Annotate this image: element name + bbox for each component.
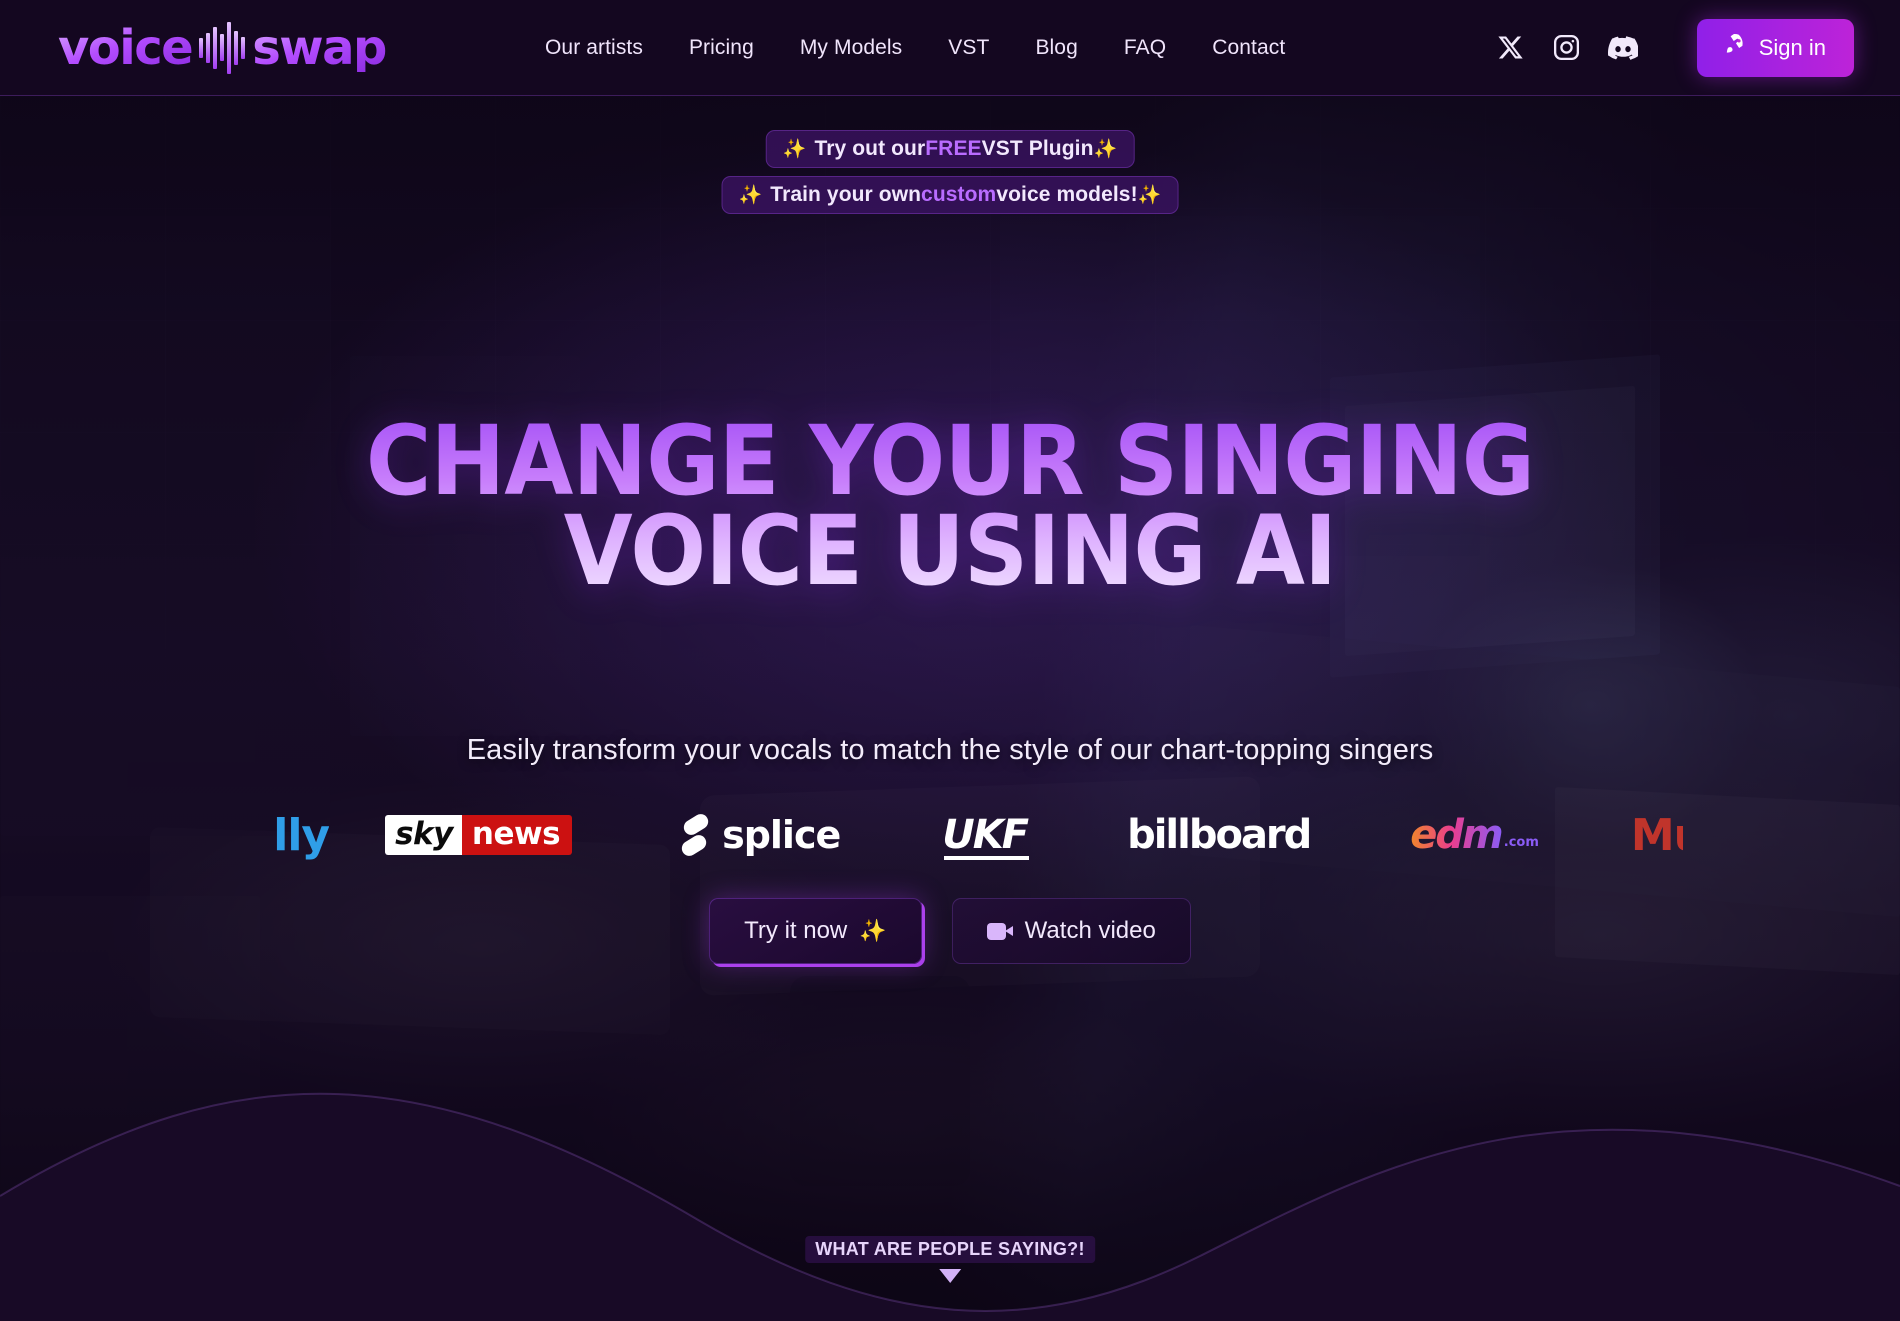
nav-item-blog[interactable]: Blog <box>1035 36 1077 60</box>
nav-item-vst[interactable]: VST <box>948 36 989 60</box>
edm-logo-text: edm <box>1410 812 1503 858</box>
banner-vst-plugin[interactable]: ✨ Try out our FREE VST Plugin ✨ <box>765 130 1135 168</box>
nav-item-contact[interactable]: Contact <box>1212 36 1285 60</box>
press-logo-ukf: UKF <box>892 804 1077 866</box>
waveform-icon <box>199 21 246 75</box>
nav-item-faq[interactable]: FAQ <box>1124 36 1166 60</box>
brand-logo-voice: voice <box>58 19 194 76</box>
rocket-icon <box>1725 33 1748 62</box>
banner-train-highlight: custom <box>921 183 997 206</box>
banner-train-pre: Train your own <box>770 183 922 206</box>
sparkle-icon: ✨ <box>1137 185 1162 206</box>
sparkle-icon: ✨ <box>859 918 887 943</box>
banner-vst-highlight: FREE <box>925 137 982 160</box>
x-twitter-icon[interactable] <box>1489 26 1533 70</box>
edm-logo-suffix: .com <box>1503 835 1539 850</box>
sign-in-button[interactable]: Sign in <box>1696 18 1854 77</box>
nav-item-my-models[interactable]: My Models <box>800 36 902 60</box>
sky-news-logo: sky news <box>385 815 573 855</box>
banner-vst-post: VST Plugin <box>981 137 1094 160</box>
hero-cta-group: Try it now ✨ Watch video <box>0 898 1900 964</box>
nav-right-cluster: Sign in <box>1489 18 1854 77</box>
press-logo-edm: edm .com <box>1360 804 1589 866</box>
press-logo-sky-news: sky news <box>329 804 628 866</box>
partial-lly-logo: lly <box>273 809 330 861</box>
splice-logo-text: splice <box>722 813 841 857</box>
nav-item-pricing[interactable]: Pricing <box>689 36 754 60</box>
watch-video-button[interactable]: Watch video <box>951 898 1191 964</box>
banner-vst-pre: Try out our <box>814 137 926 160</box>
what-are-people-saying-prompt[interactable]: WHAT ARE PEOPLE SAYING?! <box>805 1236 1095 1283</box>
voiceswap-landing-page: voice swap Our artists Pricing My Models… <box>0 0 1900 1321</box>
watch-video-label: Watch video <box>1024 917 1156 944</box>
instagram-icon[interactable] <box>1545 26 1589 70</box>
what-are-people-saying-label: WHAT ARE PEOPLE SAYING?! <box>805 1236 1095 1263</box>
press-logo-splice: splice <box>628 804 892 866</box>
ukf-logo: UKF <box>942 812 1029 860</box>
try-it-now-button[interactable]: Try it now ✨ <box>709 898 922 964</box>
discord-icon[interactable] <box>1601 26 1645 70</box>
try-it-now-label: Try it now <box>744 917 848 944</box>
sky-news-logo-sky: sky <box>385 815 462 855</box>
sparkle-icon: ✨ <box>738 185 763 206</box>
press-logo-strip: lly sky news splice UKF billboard edm .c… <box>0 804 1900 866</box>
sign-in-label: Sign in <box>1758 34 1826 60</box>
scroll-down-arrow-icon[interactable] <box>939 1269 961 1283</box>
brand-logo[interactable]: voice swap <box>58 19 387 76</box>
hero-subtitle: Easily transform your vocals to match th… <box>466 734 1434 766</box>
hero-section: ✨ Try out our FREE VST Plugin ✨ ✨ Train … <box>0 96 1900 1321</box>
splice-mark-icon <box>679 811 712 859</box>
banner-train-post: voice models! <box>996 183 1138 206</box>
press-logo-partial-left: lly <box>217 804 329 866</box>
partial-mu-logo: Mu <box>1630 809 1683 861</box>
sky-news-logo-news: news <box>461 815 573 855</box>
press-logo-billboard: billboard <box>1077 804 1360 866</box>
sparkle-icon: ✨ <box>782 139 807 160</box>
press-logo-partial-right: Mu <box>1589 804 1683 866</box>
video-camera-icon <box>986 922 1013 940</box>
top-navigation-bar: voice swap Our artists Pricing My Models… <box>0 0 1900 96</box>
nav-item-our-artists[interactable]: Our artists <box>545 36 643 60</box>
sparkle-icon: ✨ <box>1093 139 1118 160</box>
brand-logo-swap: swap <box>252 19 387 76</box>
hero-headline-line1: CHANGE YOUR SINGING <box>365 405 1535 517</box>
hero-headline-line2: VOICE USING AI <box>563 495 1337 608</box>
billboard-logo: billboard <box>1127 812 1312 858</box>
hero-headline: CHANGE YOUR SINGING VOICE USING AI <box>67 416 1834 596</box>
banner-train-models[interactable]: ✨ Train your own custom voice models! ✨ <box>721 176 1179 214</box>
primary-nav-links: Our artists Pricing My Models VST Blog F… <box>545 36 1285 60</box>
edm-com-logo: edm .com <box>1410 812 1539 858</box>
splice-logo: splice <box>679 811 841 859</box>
